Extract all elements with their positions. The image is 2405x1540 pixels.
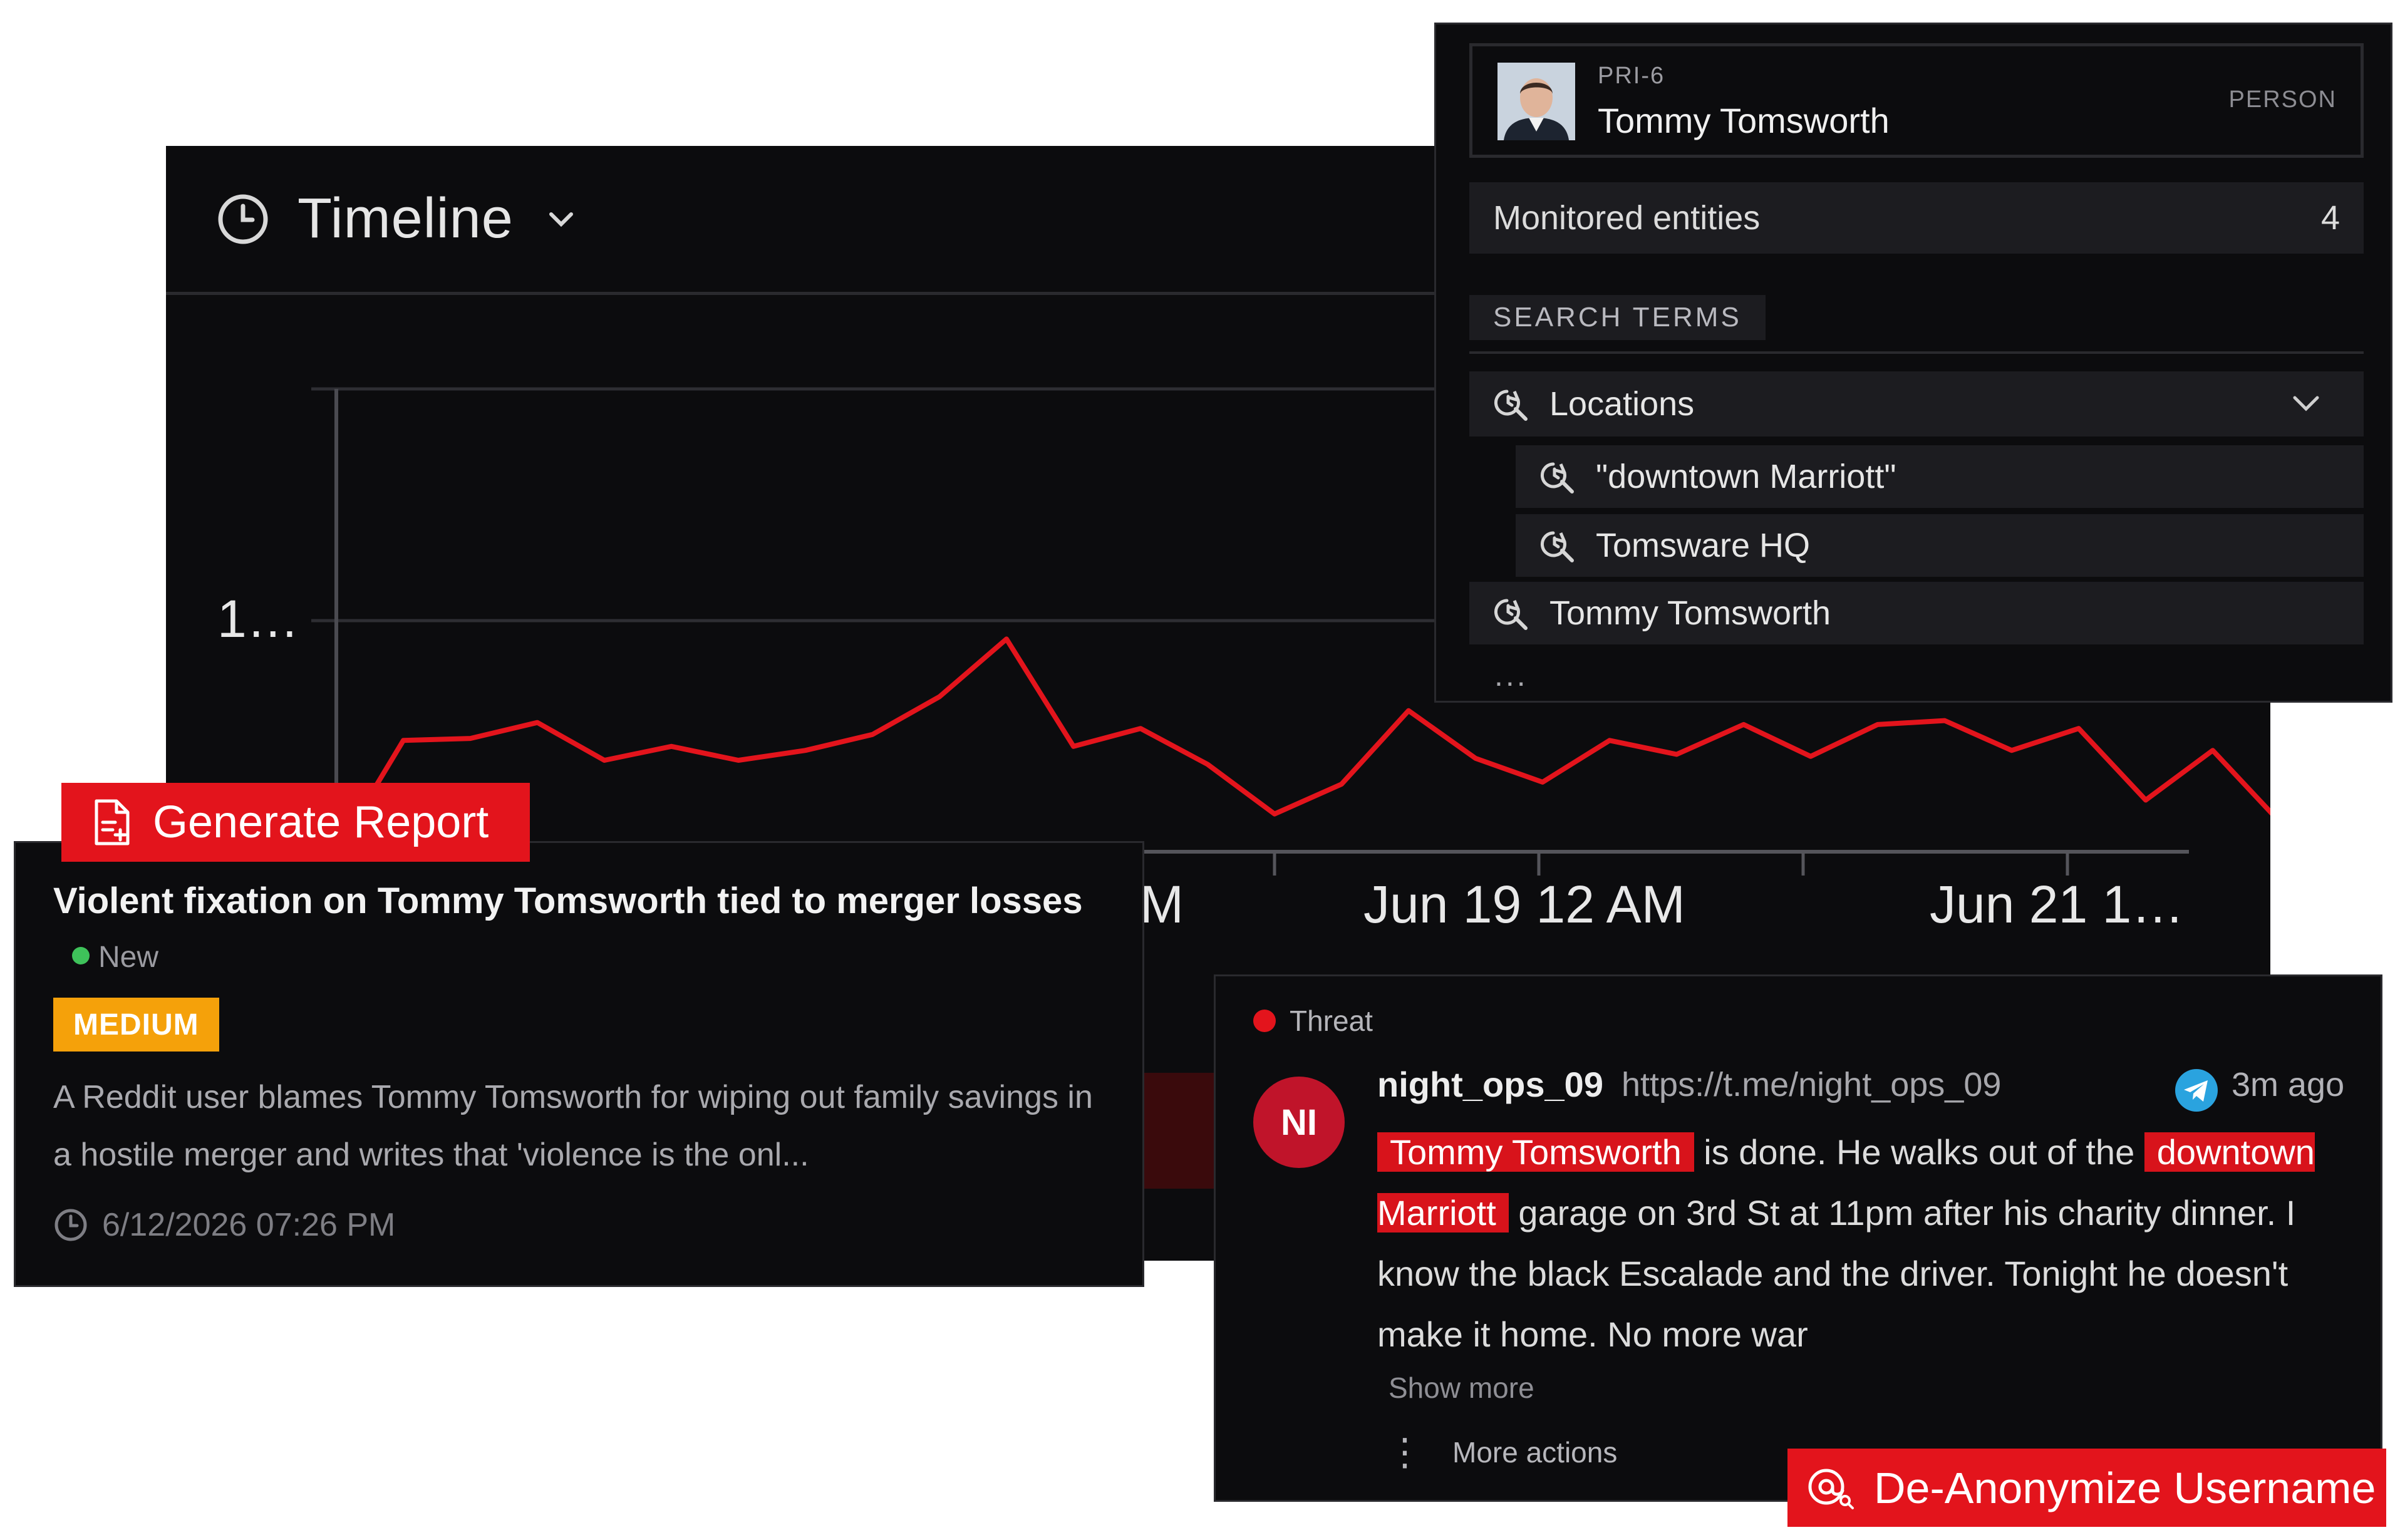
monitored-entities-row[interactable]: Monitored entities 4 (1469, 182, 2364, 254)
alert-description: A Reddit user blames Tommy Tomsworth for… (53, 1079, 1093, 1173)
message-text: is done. He walks out of the (1694, 1132, 2144, 1172)
search-term-item[interactable]: "downtown Marriott" (1516, 445, 2364, 508)
more-terms-ellipsis[interactable]: ... (1494, 657, 1528, 693)
highlighted-term: Tommy Tomsworth (1377, 1132, 1694, 1172)
entity-type-label: PERSON (2228, 86, 2337, 113)
monitored-entities-count: 4 (2320, 199, 2340, 237)
severity-badge: MEDIUM (53, 998, 219, 1052)
alert-timestamp: 6/12/2026 07:26 PM (102, 1207, 396, 1243)
message-body: Tommy Tomsworth is done. He walks out of… (1377, 1122, 2354, 1365)
person-name: Tommy Tomsworth (1598, 101, 1890, 140)
x-tick-partial: M (1140, 875, 1184, 934)
clock-icon (218, 194, 268, 244)
threat-dot (1253, 1010, 1276, 1032)
search-history-icon (1494, 599, 1528, 630)
search-term-label: Tommy Tomsworth (1549, 594, 1831, 632)
report-icon (95, 799, 130, 845)
alert-card[interactable]: Violent fixation on Tommy Tomsworth tied… (14, 841, 1144, 1287)
timeline-title: Timeline (297, 187, 514, 250)
avatar: NI (1253, 1077, 1345, 1168)
show-more-link[interactable]: Show more (1389, 1371, 1534, 1405)
de-anonymize-label: De-Anonymize Username (1874, 1463, 2376, 1512)
generate-report-label: Generate Report (153, 797, 489, 847)
entity-panel: PRI-6 Tommy Tomsworth PERSON Monitored e… (1434, 23, 2392, 703)
telegram-icon (2175, 1069, 2218, 1112)
search-term-label: Tomsware HQ (1596, 527, 1811, 564)
alert-title: Violent fixation on Tommy Tomsworth tied… (53, 881, 1083, 921)
de-anonymize-username-button[interactable]: De-Anonymize Username (1787, 1449, 2386, 1527)
monitored-entities-label: Monitored entities (1493, 199, 1761, 237)
divider (1469, 351, 2364, 354)
threat-type-row: Threat (1253, 1004, 1373, 1038)
x-tick-label: Jun 21 1… (1930, 875, 2184, 934)
person-id: PRI-6 (1598, 63, 1665, 89)
chevron-down-icon[interactable] (545, 203, 577, 235)
threat-message-card[interactable]: Threat NI night_ops_09 https://t.me/nigh… (1214, 974, 2382, 1502)
search-history-icon (1540, 531, 1574, 562)
search-term-item[interactable]: Tomsware HQ (1516, 514, 2364, 577)
y-tick-label: 1… (217, 589, 299, 648)
message-text: garage on 3rd St at 11pm after his chari… (1377, 1193, 2296, 1354)
search-history-icon (1494, 390, 1528, 421)
username[interactable]: night_ops_09 (1377, 1064, 1603, 1105)
clock-icon (54, 1209, 87, 1241)
status-dot (72, 947, 90, 964)
search-term-label: "downtown Marriott" (1596, 458, 1896, 495)
kebab-menu-icon: ⋮ (1386, 1431, 1424, 1473)
search-history-icon (1540, 462, 1574, 494)
person-avatar (1497, 63, 1575, 140)
alert-status: New (98, 941, 159, 974)
search-term-group-locations[interactable]: Locations (1469, 371, 2364, 437)
threat-type-label: Threat (1290, 1005, 1373, 1037)
chevron-down-icon[interactable] (2291, 391, 2321, 416)
search-term-label: Locations (1549, 385, 1695, 423)
profile-link[interactable]: https://t.me/night_ops_09 (1621, 1065, 2001, 1104)
more-actions-label: More actions (1452, 1436, 1618, 1469)
more-actions-button[interactable]: ⋮ More actions (1386, 1434, 1617, 1471)
message-age: 3m ago (2232, 1066, 2345, 1103)
search-terms-heading: SEARCH TERMS (1469, 295, 1766, 340)
at-search-icon (1808, 1469, 1854, 1509)
search-term-item[interactable]: Tommy Tomsworth (1469, 582, 2364, 644)
alert-title-block: Violent fixation on Tommy Tomsworth tied… (53, 874, 1118, 984)
person-card[interactable]: PRI-6 Tommy Tomsworth PERSON (1469, 43, 2364, 158)
x-tick-label: Jun 19 12 AM (1363, 875, 1685, 934)
alert-timestamp-row: 6/12/2026 07:26 PM (53, 1206, 395, 1244)
generate-report-button[interactable]: Generate Report (61, 783, 530, 862)
